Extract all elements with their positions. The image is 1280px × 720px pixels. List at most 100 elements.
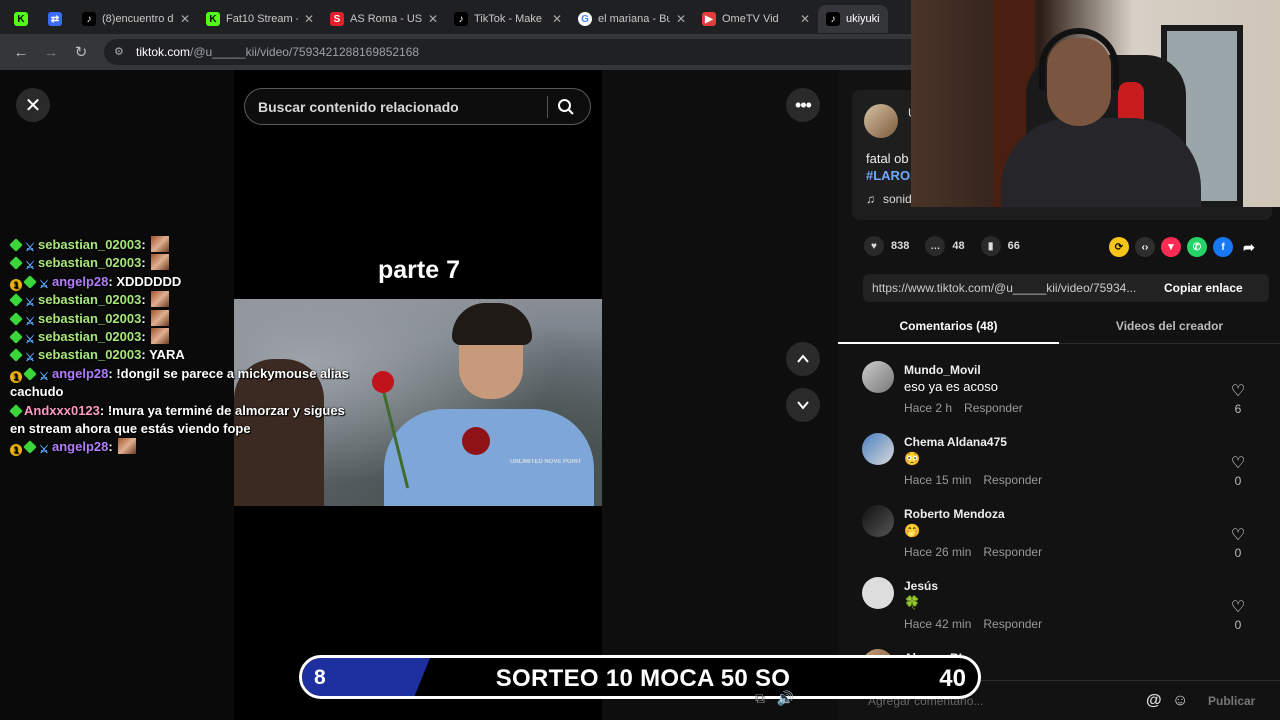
comment-time: Hace 42 min [904, 617, 972, 631]
forward-icon[interactable]: → [40, 41, 62, 63]
close-tab-icon[interactable]: ✕ [304, 12, 314, 26]
reply-button[interactable]: Responder [964, 401, 1023, 415]
comment-item: Mundo_Movil eso ya es acoso Hace 2 h Resp… [862, 361, 1262, 421]
tab-encuentro[interactable]: ♪ (8)encuentro d ✕ [74, 5, 198, 33]
close-icon: ✕ [24, 94, 42, 117]
url-field[interactable]: ⚙ tiktok.com/@u_____kii/video/7593421288… [104, 39, 984, 65]
reload-icon[interactable]: ↻ [70, 41, 92, 63]
chat-username[interactable]: angelp28 [52, 366, 108, 381]
chat-username[interactable]: sebastian_02003 [38, 237, 141, 252]
tab-active[interactable]: ♪ ukiyuki [818, 5, 888, 33]
close-tab-icon[interactable]: ✕ [552, 12, 562, 26]
tab-comments[interactable]: Comentarios (48) [838, 314, 1059, 344]
chat-username[interactable]: sebastian_02003 [38, 255, 141, 270]
reply-button[interactable]: Responder [983, 473, 1042, 487]
close-tab-icon[interactable]: ✕ [428, 12, 438, 26]
sword-badge-icon: ⚔ [25, 260, 35, 273]
tab-kick[interactable]: K [6, 5, 40, 33]
chat-message: ⚔ sebastian_02003: [9, 236, 350, 254]
tab-google[interactable]: G el mariana - Bu ✕ [570, 5, 694, 33]
tab-fat10[interactable]: K Fat10 Stream - ✕ [198, 5, 322, 33]
chat-username[interactable]: sebastian_02003 [38, 311, 141, 326]
chat-username[interactable]: Andxxx0123 [24, 403, 100, 418]
save-button[interactable]: ▮ 66 [980, 236, 1020, 256]
avatar[interactable] [862, 505, 894, 537]
chat-username[interactable]: sebastian_02003 [38, 292, 141, 307]
tab-title: OmeTV Vid [722, 13, 779, 25]
emote-icon [151, 236, 170, 252]
comment-author[interactable]: Roberto Mendoza [904, 507, 1005, 521]
close-tab-icon[interactable]: ✕ [800, 12, 810, 26]
chat-username[interactable]: angelp28 [52, 439, 108, 454]
tab-creator-videos[interactable]: Videos del creador [1059, 314, 1280, 343]
comment-like-button[interactable]: ♡ 0 [1228, 597, 1248, 632]
gem-badge-icon [23, 367, 37, 381]
avatar[interactable] [862, 361, 894, 393]
close-button[interactable]: ✕ [16, 88, 50, 122]
tab-ometv[interactable]: ▶ OmeTV Vid ✕ [694, 5, 818, 33]
mention-icon[interactable]: @ [1146, 692, 1162, 710]
ometv-icon: ▶ [702, 12, 716, 26]
chat-username[interactable]: angelp28 [52, 274, 108, 289]
chat-message: ⚔ sebastian_02003: [9, 291, 350, 309]
chat-username[interactable]: sebastian_02003 [38, 347, 141, 362]
avatar[interactable] [862, 577, 894, 609]
send-icon[interactable]: ▼ [1161, 237, 1181, 257]
comment-like-button[interactable]: ♡ 0 [1228, 453, 1248, 488]
back-icon[interactable]: ← [10, 41, 32, 63]
pip-icon[interactable]: ⧉ [755, 690, 765, 706]
video-description: fatal ob [866, 151, 909, 166]
more-options-button[interactable]: ••• [786, 88, 820, 122]
chat-username[interactable]: sebastian_02003 [38, 329, 141, 344]
volume-icon[interactable]: 🔊 [777, 690, 794, 706]
comment-item: Jesús 🍀 Hace 42 min Responder ♡ 0 [862, 577, 1262, 637]
embed-icon[interactable]: ‹› [1135, 237, 1155, 257]
whatsapp-icon[interactable]: ✆ [1187, 237, 1207, 257]
kick-icon: K [14, 12, 28, 26]
comment-like-button[interactable]: ♡ 6 [1228, 381, 1248, 416]
share-link-box: https://www.tiktok.com/@u_____kii/video/… [863, 274, 1269, 302]
close-tab-icon[interactable]: ✕ [676, 12, 686, 26]
tiktok-icon: ♪ [82, 12, 96, 26]
search-input[interactable] [258, 98, 543, 115]
avatar[interactable] [864, 104, 898, 138]
panel-tabs: Comentarios (48) Videos del creador [838, 314, 1280, 344]
reply-button[interactable]: Responder [983, 617, 1042, 631]
chat-separator: : [141, 329, 150, 345]
chat-message: Andxxx0123: !mura ya terminé de almorzar… [9, 402, 350, 439]
share-arrow-icon[interactable]: ➦ [1239, 237, 1259, 257]
chat-message: ⚔ sebastian_02003: [9, 254, 350, 273]
next-video-button[interactable] [786, 388, 820, 422]
avatar[interactable] [862, 433, 894, 465]
comment-author[interactable]: Mundo_Movil [904, 363, 981, 377]
previous-video-button[interactable] [786, 342, 820, 376]
comment-author[interactable]: Jesús [904, 579, 938, 593]
close-tab-icon[interactable]: ✕ [180, 12, 190, 26]
search-bar[interactable] [244, 88, 591, 125]
comment-button[interactable]: … 48 [925, 236, 965, 256]
comment-time: Hace 26 min [904, 545, 972, 559]
emoji-icon[interactable]: ☺ [1172, 692, 1188, 710]
comment-text: eso ya es acoso [904, 379, 998, 394]
scene-man-shirt [384, 409, 594, 506]
subscriber-badge-icon: 1 [10, 278, 22, 291]
tab-tiktok[interactable]: ♪ TikTok - Make ✕ [446, 5, 570, 33]
comment-like-button[interactable]: ♡ 0 [1228, 525, 1248, 560]
publish-button[interactable]: Publicar [1208, 694, 1255, 708]
gem-badge-icon [23, 440, 37, 455]
giveaway-text: SORTEO 10 MOCA 50 SO [495, 665, 791, 692]
chat-message: ⚔ sebastian_02003: [9, 328, 350, 346]
tab-app[interactable]: ⇄ [40, 5, 74, 33]
tab-title: Fat10 Stream - [226, 13, 298, 25]
video-watermark: UNLIMITED NOVE POINT [510, 459, 582, 465]
facebook-icon[interactable]: f [1213, 237, 1233, 257]
like-button[interactable]: ♥ 838 [864, 236, 909, 256]
copy-link-button[interactable]: Copiar enlace [1164, 281, 1243, 295]
site-info-icon[interactable]: ⚙ [114, 45, 128, 59]
repost-icon[interactable]: ⟳ [1109, 237, 1129, 257]
sound-link[interactable]: ♫ sonid [866, 192, 912, 206]
comment-author[interactable]: Chema Aldana475 [904, 435, 1007, 449]
search-icon[interactable] [548, 98, 584, 116]
tab-asroma[interactable]: S AS Roma - US ✕ [322, 5, 446, 33]
reply-button[interactable]: Responder [983, 545, 1042, 559]
